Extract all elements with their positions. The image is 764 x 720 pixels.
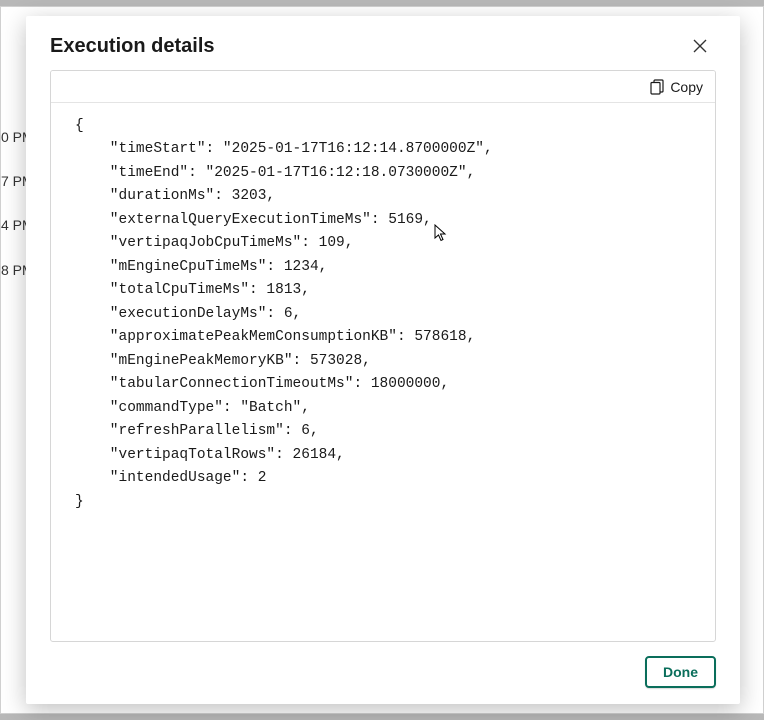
dialog-header: Execution details [26,16,740,70]
dialog-footer: Done [26,642,740,704]
execution-details-dialog: Execution details Copy { "timeStart": "2… [26,16,740,704]
copy-button[interactable]: Copy [648,75,705,99]
code-body[interactable]: { "timeStart": "2025-01-17T16:12:14.8700… [51,103,715,641]
dialog-title: Execution details [50,35,215,58]
code-toolbar: Copy [51,71,715,103]
close-button[interactable] [684,30,716,62]
close-icon [692,38,708,54]
copy-icon [650,79,664,95]
copy-label: Copy [670,79,703,95]
code-container: Copy { "timeStart": "2025-01-17T16:12:14… [50,70,716,642]
done-button[interactable]: Done [645,656,716,688]
